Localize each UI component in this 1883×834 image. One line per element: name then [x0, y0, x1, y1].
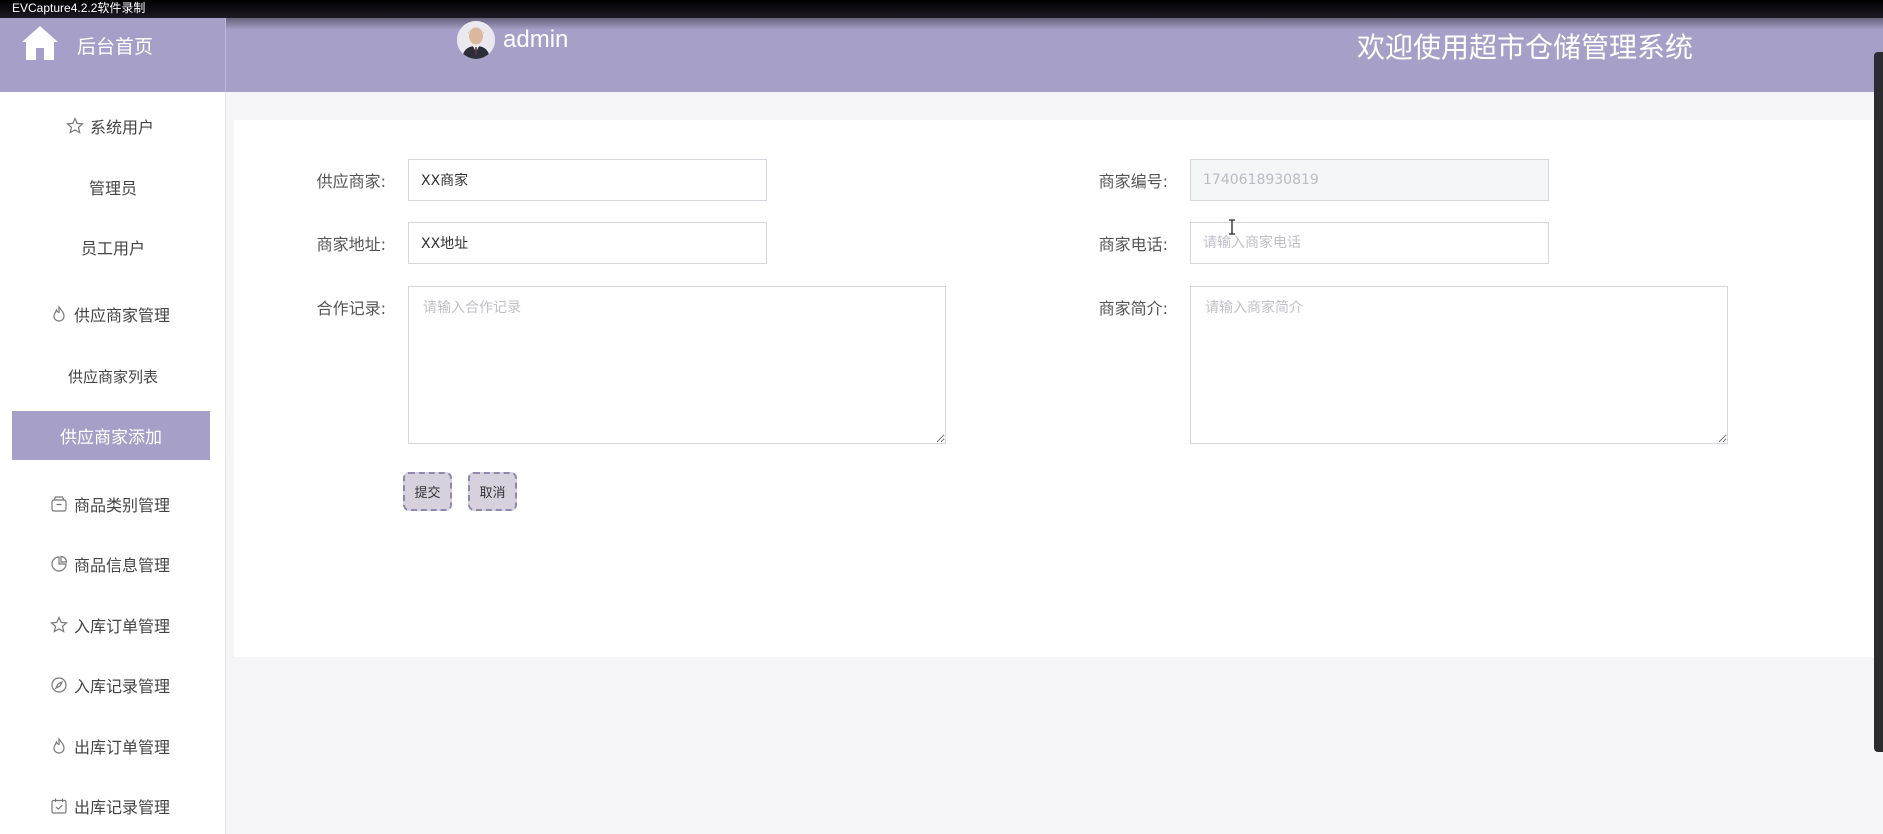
recorder-banner: EVCapture4.2.2软件录制 [0, 0, 1883, 18]
star-icon [66, 117, 84, 134]
text-cursor-icon [1229, 219, 1235, 235]
sidebar-item-outbound-orders[interactable]: 出库订单管理 [0, 724, 226, 768]
pie-icon [51, 555, 68, 572]
sidebar-item-supplier-list[interactable]: 供应商家列表 [0, 354, 226, 398]
home-label: 后台首页 [77, 36, 154, 58]
phone-input[interactable] [1190, 222, 1549, 264]
intro-textarea[interactable] [1190, 286, 1728, 444]
record-textarea[interactable] [408, 286, 946, 444]
sidebar-item-inbound-orders[interactable]: 入库订单管理 [0, 603, 226, 647]
sidebar-item-label: 供应商家管理 [73, 306, 170, 325]
form-panel: 供应商家: 商家编号: 商家地址: 商家电话: 合作记录: 商家简介: 提交 取… [234, 120, 1874, 657]
flame-icon [53, 305, 65, 322]
sidebar-item-staff-users[interactable]: 员工用户 [0, 225, 226, 269]
welcome-title: 欢迎使用超市仓储管理系统 [1357, 31, 1694, 64]
sidebar-item-admin[interactable]: 管理员 [0, 165, 226, 209]
submit-button[interactable]: 提交 [403, 472, 452, 511]
address-input[interactable] [408, 222, 767, 264]
avatar [457, 21, 495, 59]
supplier-label: 供应商家: [316, 172, 386, 191]
sidebar-item-label: 管理员 [88, 179, 137, 198]
supplier-input[interactable] [408, 159, 767, 201]
user-name: admin [503, 26, 569, 53]
sidebar: 系统用户 管理员 员工用户 供应商家管理 供应商家列表 供应商家添加 商品类别管… [0, 92, 226, 834]
home-icon [22, 26, 58, 60]
intro-label: 商家简介: [1098, 299, 1168, 318]
sidebar-item-label: 商品信息管理 [73, 556, 170, 575]
sidebar-item-category-management[interactable]: 商品类别管理 [0, 482, 226, 526]
phone-label: 商家电话: [1098, 235, 1168, 254]
record-label: 合作记录: [316, 299, 386, 318]
code-label: 商家编号: [1098, 172, 1168, 191]
sidebar-item-label: 供应商家添加 [60, 428, 162, 448]
sidebar-item-inbound-records[interactable]: 入库记录管理 [0, 663, 226, 707]
flame-icon [53, 737, 65, 754]
sidebar-item-label: 出库订单管理 [73, 738, 170, 757]
sidebar-item-supplier-add[interactable]: 供应商家添加 [12, 411, 210, 460]
sidebar-item-product-management[interactable]: 商品信息管理 [0, 542, 226, 586]
sidebar-item-label: 员工用户 [80, 239, 145, 258]
compass-icon [51, 677, 67, 693]
sidebar-item-supplier-management[interactable]: 供应商家管理 [0, 292, 226, 336]
address-label: 商家地址: [316, 235, 386, 254]
code-input [1190, 159, 1549, 201]
box-icon [51, 496, 67, 512]
window-edge [1874, 52, 1883, 752]
sidebar-item-label: 入库记录管理 [73, 677, 170, 696]
calendar-check-icon [51, 798, 67, 814]
cancel-button[interactable]: 取消 [468, 472, 517, 511]
sidebar-item-label: 系统用户 [89, 118, 154, 137]
sidebar-item-system-users[interactable]: 系统用户 [0, 104, 226, 148]
sidebar-item-label: 出库记录管理 [73, 798, 170, 817]
star-icon [50, 616, 68, 633]
user-profile[interactable]: admin [457, 20, 568, 60]
sidebar-item-label: 供应商家列表 [67, 367, 158, 386]
sidebar-item-label: 入库订单管理 [73, 617, 170, 636]
sidebar-item-outbound-records[interactable]: 出库记录管理 [0, 784, 226, 828]
sidebar-item-label: 商品类别管理 [73, 496, 170, 515]
